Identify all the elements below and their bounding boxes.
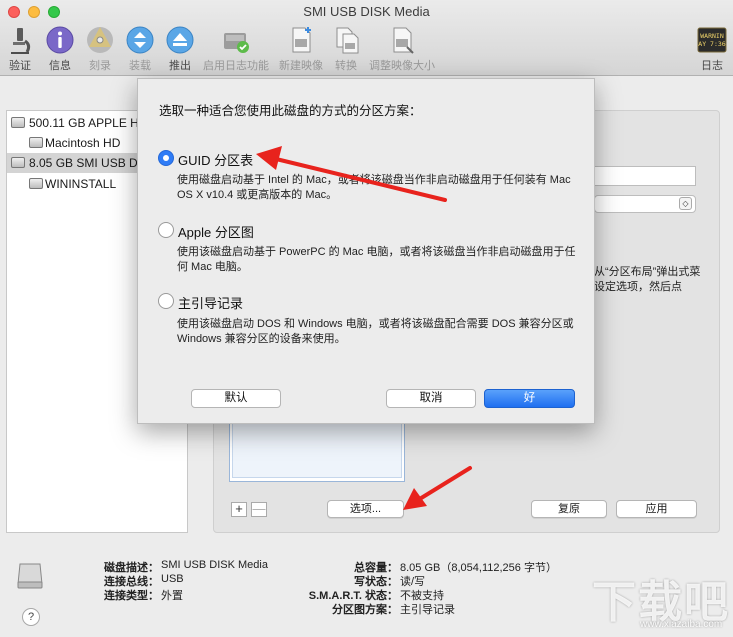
new-image-label: 新建映像	[279, 60, 323, 72]
burn-label: 刻录	[89, 60, 111, 72]
info-value: SMI USB DISK Media	[161, 559, 268, 571]
resize-image-label: 调整映像大小	[369, 60, 435, 72]
info-label: 分区图方案：	[332, 604, 398, 616]
apply-button[interactable]: 应用	[616, 500, 697, 518]
verify-toolbar-button[interactable]: 验证	[5, 25, 35, 73]
new-image-icon	[292, 27, 311, 53]
mount-toolbar-button[interactable]: 装载	[125, 25, 155, 73]
enable-journaling-toolbar-button[interactable]: 启用日志功能	[203, 25, 269, 73]
partition-format-select[interactable]: ◇	[594, 195, 696, 213]
help-button[interactable]: ?	[22, 608, 40, 626]
eject-toolbar-button[interactable]: 推出	[165, 25, 195, 73]
info-toolbar-button[interactable]: 信息	[45, 25, 75, 73]
mbr-partition-label[interactable]: 主引导记录	[178, 293, 243, 312]
cancel-button[interactable]: 取消	[386, 389, 476, 408]
info-value: 主引导记录	[400, 604, 455, 616]
verify-label: 验证	[9, 60, 31, 72]
info-icon	[46, 26, 74, 54]
partition-hint-text: 设定选项，然后点	[594, 281, 682, 293]
new-image-toolbar-button[interactable]: 新建映像	[277, 25, 325, 73]
convert-icon	[336, 27, 359, 54]
apple-partition-description: 使用该磁盘启动基于 PowerPC 的 Mac 电脑，或者将该磁盘当作非启动磁盘…	[177, 246, 576, 273]
partition-scheme-dialog: 选取一种适合您使用此磁盘的方式的分区方案： GUID 分区表 使用磁盘启动基于 …	[137, 78, 595, 424]
sidebar-item-label: 500.11 GB APPLE HD	[29, 116, 148, 130]
burn-toolbar-button[interactable]: 刻录	[85, 25, 115, 73]
resize-image-icon	[393, 27, 414, 54]
log-icon: WARNIN AY 7:36	[697, 27, 727, 53]
default-button[interactable]: 默认	[191, 389, 281, 408]
window-toolbar: SMI USB DISK Media 验证 信息 刻录 装载 推出 启用日志功能…	[0, 0, 733, 76]
ok-button[interactable]: 好	[484, 389, 575, 408]
resize-image-toolbar-button[interactable]: 调整映像大小	[369, 25, 435, 73]
volume-icon	[29, 178, 43, 189]
add-partition-button[interactable]: +	[231, 502, 247, 517]
watermark-url: www.xiazaiba.com	[640, 619, 723, 630]
usb-disk-icon	[11, 157, 25, 168]
mount-label: 装载	[129, 60, 151, 72]
volume-icon	[29, 137, 43, 148]
guid-partition-description: 使用磁盘启动基于 Intel 的 Mac，或者将该磁盘当作非启动磁盘用于任何装有…	[177, 174, 571, 201]
sidebar-item-label: Macintosh HD	[45, 136, 121, 150]
dialog-title: 选取一种适合您使用此磁盘的方式的分区方案：	[159, 104, 422, 118]
log-toolbar-button[interactable]: WARNIN AY 7:36 日志	[696, 25, 728, 73]
mount-icon	[126, 26, 154, 54]
guid-partition-radio[interactable]	[158, 150, 174, 166]
journal-disk-icon	[224, 33, 249, 53]
burn-disc-icon	[87, 27, 113, 53]
remove-partition-button[interactable]: —	[251, 502, 267, 517]
enable-journaling-label: 启用日志功能	[203, 60, 269, 72]
microscope-icon	[11, 28, 31, 54]
convert-toolbar-button[interactable]: 转换	[332, 25, 360, 73]
log-label: 日志	[701, 60, 723, 72]
info-label: 信息	[49, 60, 71, 72]
convert-label: 转换	[335, 60, 357, 72]
mbr-partition-description: 使用该磁盘启动 DOS 和 Windows 电脑，或者将该磁盘配合需要 DOS …	[177, 318, 574, 345]
svg-text:AY 7:36: AY 7:36	[698, 40, 725, 48]
chevron-updown-icon: ◇	[679, 197, 692, 210]
partition-name-input[interactable]	[594, 166, 696, 186]
partition-block[interactable]	[232, 420, 402, 478]
sidebar-item-label: WININSTALL	[45, 177, 117, 191]
info-value: USB	[161, 573, 184, 585]
apple-partition-label[interactable]: Apple 分区图	[178, 222, 254, 241]
revert-button[interactable]: 复原	[531, 500, 607, 518]
info-value: 外置	[161, 590, 183, 602]
hard-disk-icon	[11, 117, 25, 128]
eject-icon	[166, 26, 194, 54]
info-label: 连接类型：	[104, 590, 159, 602]
eject-label: 推出	[169, 60, 191, 72]
guid-partition-label[interactable]: GUID 分区表	[178, 150, 253, 169]
partition-hint-text: 从“分区布局”弹出式菜	[594, 266, 701, 278]
apple-partition-radio[interactable]	[158, 222, 174, 238]
external-disk-icon	[17, 563, 43, 589]
window-title: SMI USB DISK Media	[303, 4, 430, 19]
options-button[interactable]: 选项...	[327, 500, 404, 518]
svg-text:WARNIN: WARNIN	[700, 32, 724, 40]
mbr-partition-radio[interactable]	[158, 293, 174, 309]
